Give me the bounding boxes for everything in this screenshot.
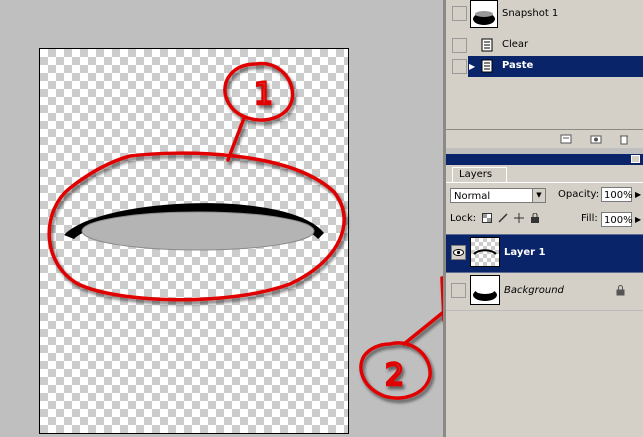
- lock-paint-icon[interactable]: [498, 213, 508, 223]
- source-checkbox[interactable]: [452, 59, 467, 74]
- lock-all-icon[interactable]: [530, 212, 540, 223]
- fill-label: Fill:: [581, 213, 598, 224]
- current-state-arrow-icon: ▶: [469, 62, 476, 71]
- lock-label: Lock:: [450, 213, 477, 224]
- workspace: [0, 0, 443, 437]
- layers-panel: Layers Normal ▼ Opacity: 100% ▶ Lock: Fi…: [446, 154, 643, 437]
- blend-mode-select[interactable]: Normal ▼: [450, 188, 546, 203]
- panel-menu-icon[interactable]: [631, 155, 640, 163]
- history-item-label: Paste: [502, 60, 534, 71]
- opacity-slider-arrow-icon[interactable]: ▶: [635, 190, 641, 199]
- new-document-from-state-icon[interactable]: [560, 133, 572, 145]
- history-footer: [446, 129, 643, 149]
- layer-thumbnail: [470, 237, 500, 267]
- source-checkbox[interactable]: [452, 38, 467, 53]
- lock-icon: [616, 285, 625, 296]
- source-checkbox[interactable]: [452, 6, 467, 21]
- opacity-input[interactable]: 100%: [601, 187, 633, 202]
- layer-name[interactable]: Background: [504, 285, 564, 296]
- history-state-icon: [480, 38, 494, 52]
- layer-thumbnail: [470, 275, 500, 305]
- new-snapshot-icon[interactable]: [590, 133, 602, 145]
- lock-move-icon[interactable]: [514, 213, 524, 223]
- trash-icon[interactable]: [618, 133, 630, 145]
- history-state-icon: [480, 59, 494, 73]
- tab-layers[interactable]: Layers: [452, 167, 508, 183]
- canvas-artwork: [64, 203, 324, 251]
- visibility-toggle[interactable]: [451, 283, 466, 298]
- history-item-paste[interactable]: ▶ Paste: [446, 56, 643, 77]
- fill-slider-arrow-icon[interactable]: ▶: [635, 215, 641, 224]
- visibility-toggle[interactable]: [451, 245, 466, 260]
- lock-transparency-icon[interactable]: [482, 213, 492, 223]
- history-item-snapshot[interactable]: Snapshot 1: [446, 0, 643, 30]
- history-item-clear[interactable]: Clear: [446, 35, 643, 56]
- document-canvas[interactable]: [39, 48, 349, 434]
- chevron-down-icon[interactable]: ▼: [532, 189, 545, 202]
- fill-input[interactable]: 100%: [601, 212, 633, 227]
- layer-row-layer-1[interactable]: Layer 1: [446, 234, 643, 273]
- snapshot-thumbnail: [470, 0, 498, 28]
- eye-icon: [453, 249, 464, 256]
- layer-name[interactable]: Layer 1: [504, 247, 545, 258]
- history-panel: Snapshot 1 Clear ▶ Paste: [446, 0, 643, 148]
- layers-titlebar[interactable]: [446, 154, 643, 165]
- gray-ellipse-shape: [81, 211, 315, 251]
- opacity-label: Opacity:: [558, 189, 600, 200]
- blend-mode-value: Normal: [454, 191, 491, 202]
- history-item-label: Clear: [502, 39, 529, 50]
- layer-row-background[interactable]: Background: [446, 273, 643, 311]
- history-item-label: Snapshot 1: [502, 8, 559, 19]
